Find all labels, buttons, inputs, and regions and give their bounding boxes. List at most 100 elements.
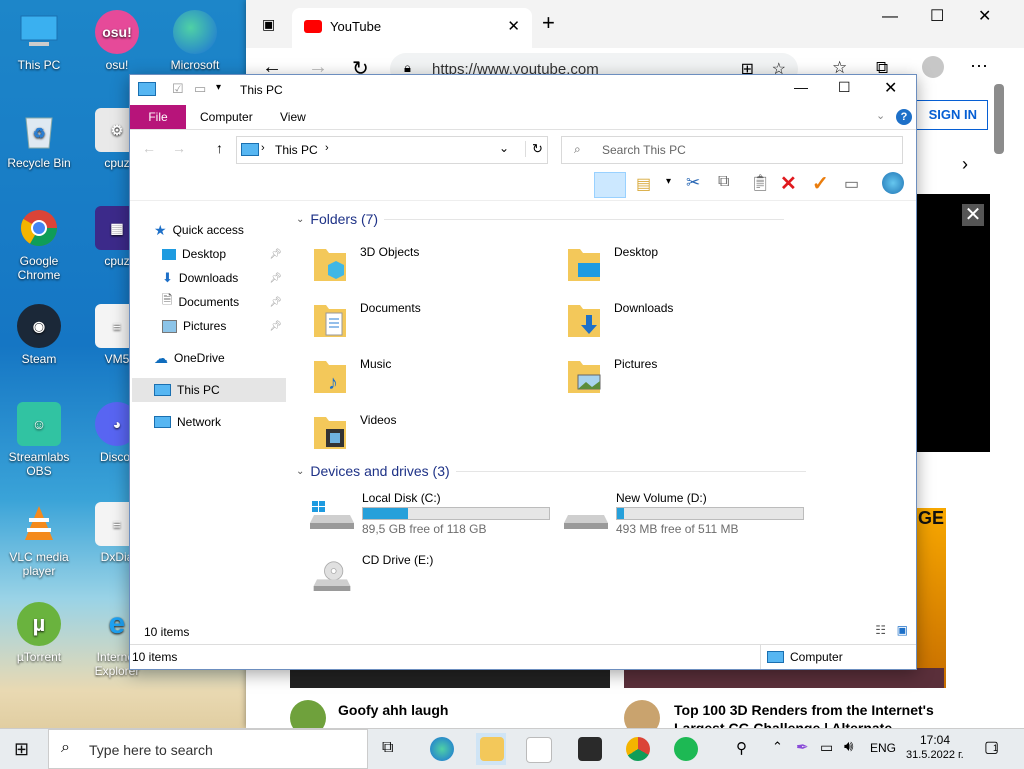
up-icon[interactable]: ↑	[216, 140, 223, 156]
desktop-icon-streamlabs[interactable]: ☺ Streamlabs OBS	[0, 402, 78, 478]
folder-videos[interactable]: Videos	[304, 405, 544, 453]
drive-d[interactable]: New Volume (D:) 493 MB free of 511 MB	[564, 489, 824, 541]
close-icon[interactable]: ✕	[978, 6, 991, 26]
new-item-icon[interactable]: ▤	[636, 174, 651, 194]
folder-music[interactable]: ♪ Music	[304, 349, 544, 397]
feather-icon[interactable]: ✒	[796, 738, 809, 756]
tab-view[interactable]: View	[280, 110, 306, 124]
help-icon[interactable]: ?	[896, 109, 912, 125]
windows-start-icon[interactable]: ⊞	[14, 739, 29, 760]
pin-icon[interactable]: 📌︎	[269, 321, 282, 332]
nav-downloads[interactable]: ⬇ Downloads 📌︎	[162, 267, 286, 289]
store-icon[interactable]	[526, 737, 552, 763]
details-view-icon[interactable]: ☷	[875, 623, 886, 637]
search-input[interactable]: ⌕ Search This PC	[561, 136, 903, 164]
chevron-up-icon[interactable]: ⌃	[772, 739, 783, 755]
tab-actions-icon[interactable]: ▣	[262, 16, 275, 33]
nav-quick-access[interactable]: ★ Quick access	[154, 219, 244, 241]
notification-center[interactable]: ▢ 1	[984, 737, 1006, 759]
properties-icon[interactable]: ▭	[844, 174, 859, 194]
clock-time[interactable]: 17:04	[920, 733, 950, 747]
edge-taskbar-icon[interactable]	[430, 737, 454, 761]
delete-icon[interactable]: ✕	[780, 171, 797, 196]
video-title[interactable]: Top 100 3D Renders from the Internet's	[674, 702, 934, 718]
chevron-down-icon[interactable]: ▾	[216, 82, 221, 93]
drives-group-header[interactable]: ⌄ Devices and drives (3)	[296, 463, 806, 479]
chrome-taskbar-icon[interactable]	[626, 737, 650, 761]
cut-icon[interactable]: ✂	[686, 173, 700, 193]
desktop-icon-steam[interactable]: ◉ Steam	[0, 304, 78, 366]
chevron-down-icon[interactable]: ▾	[666, 176, 671, 187]
video-thumbnail-orange[interactable]: GE	[916, 508, 946, 688]
desktop-icon-edge[interactable]: Microsoft	[156, 10, 234, 72]
video-thumbnail[interactable]	[624, 668, 944, 688]
nav-network[interactable]: Network	[154, 411, 221, 433]
desktop-icon-vlc[interactable]: VLC media player	[0, 502, 78, 578]
properties-icon[interactable]: ☑	[172, 81, 184, 97]
folder-desktop[interactable]: Desktop	[558, 237, 798, 285]
close-icon[interactable]: ✕	[884, 78, 897, 98]
paste-icon[interactable]: 📋︎	[750, 173, 770, 193]
chevron-right-icon[interactable]: ›	[962, 154, 968, 175]
chevron-down-icon[interactable]: ⌄	[296, 214, 304, 225]
clock-date[interactable]: 31.5.2022 г.	[906, 749, 964, 761]
back-icon[interactable]: ←	[142, 140, 156, 156]
nav-documents[interactable]: 🗎 Documents 📌︎	[162, 291, 286, 313]
refresh-icon[interactable]: ↻	[525, 141, 543, 157]
large-icons-view-icon[interactable]: ▣	[897, 623, 908, 637]
desktop-icon-chrome[interactable]: Google Chrome	[0, 206, 78, 282]
video-title[interactable]: Goofy ahh laugh	[338, 702, 448, 718]
pin-icon[interactable]: 📌︎	[269, 273, 282, 284]
address-bar[interactable]: › This PC › ⌄ ↻	[236, 136, 548, 164]
folder-3d-objects[interactable]: 3D Objects	[304, 237, 544, 285]
volume-icon[interactable]: 🔊︎	[844, 738, 853, 755]
maximize-icon[interactable]: ☐	[930, 6, 944, 26]
profile-avatar[interactable]	[922, 56, 944, 78]
tab-computer[interactable]: Computer	[200, 110, 253, 124]
network-icon[interactable]: ▭	[820, 739, 833, 756]
folder-downloads[interactable]: Downloads	[558, 293, 798, 341]
preview-pane-icon[interactable]	[594, 172, 626, 198]
chevron-down-icon[interactable]: ⌄	[499, 141, 509, 155]
breadcrumb[interactable]: This PC	[275, 143, 318, 157]
network-globe-icon[interactable]	[882, 172, 904, 194]
maximize-icon[interactable]: ☐	[838, 79, 851, 96]
browser-tab-youtube[interactable]: YouTube ✕	[292, 8, 532, 48]
language-indicator[interactable]: ENG	[870, 741, 896, 755]
desktop-icon-this-pc[interactable]: This PC	[0, 10, 78, 72]
task-view-icon[interactable]: ⧉	[382, 739, 393, 757]
desktop-icon-osu[interactable]: osu! osu!	[78, 10, 156, 72]
new-folder-icon[interactable]: ▭	[194, 81, 206, 97]
people-icon[interactable]: ⚲	[736, 739, 747, 757]
minimize-icon[interactable]: —	[794, 79, 808, 95]
folder-documents[interactable]: Documents	[304, 293, 544, 341]
copy-icon[interactable]: ⧉	[718, 173, 729, 191]
video-thumbnail[interactable]	[290, 668, 610, 688]
breadcrumb-chevron-icon[interactable]: ›	[325, 142, 329, 154]
nav-pictures[interactable]: Pictures 📌︎	[162, 315, 286, 337]
scrollbar-thumb[interactable]	[994, 84, 1004, 154]
drive-e[interactable]: CD Drive (E:)	[310, 551, 570, 603]
folders-group-header[interactable]: ⌄ Folders (7)	[296, 211, 785, 227]
drive-c[interactable]: Local Disk (C:) 89,5 GB free of 118 GB	[310, 489, 570, 541]
more-icon[interactable]: ⋯	[970, 56, 988, 77]
folder-pictures[interactable]: Pictures	[558, 349, 798, 397]
pin-icon[interactable]: 📌︎	[269, 249, 282, 260]
new-tab-icon[interactable]: +	[542, 10, 555, 36]
close-icon[interactable]: ✕	[962, 204, 984, 226]
minimize-icon[interactable]: —	[882, 8, 898, 26]
close-tab-icon[interactable]: ✕	[507, 17, 520, 35]
nav-desktop[interactable]: Desktop 📌︎	[162, 243, 286, 265]
desktop-icon-recycle-bin[interactable]: ♻ Recycle Bin	[0, 108, 78, 170]
mail-icon[interactable]	[578, 737, 602, 761]
forward-icon[interactable]: →	[172, 140, 186, 156]
rename-check-icon[interactable]: ✓	[812, 171, 829, 196]
pin-icon[interactable]: 📌︎	[269, 297, 282, 308]
spotify-icon[interactable]	[674, 737, 698, 761]
nav-this-pc[interactable]: This PC	[154, 379, 220, 401]
taskbar-search-input[interactable]: ⌕ Type here to search	[48, 729, 368, 769]
tab-file[interactable]: File	[130, 105, 186, 129]
desktop-icon-utorrent[interactable]: µ µTorrent	[0, 602, 78, 664]
chevron-down-icon[interactable]: ⌄	[296, 466, 304, 477]
nav-onedrive[interactable]: ☁ OneDrive	[154, 347, 225, 369]
